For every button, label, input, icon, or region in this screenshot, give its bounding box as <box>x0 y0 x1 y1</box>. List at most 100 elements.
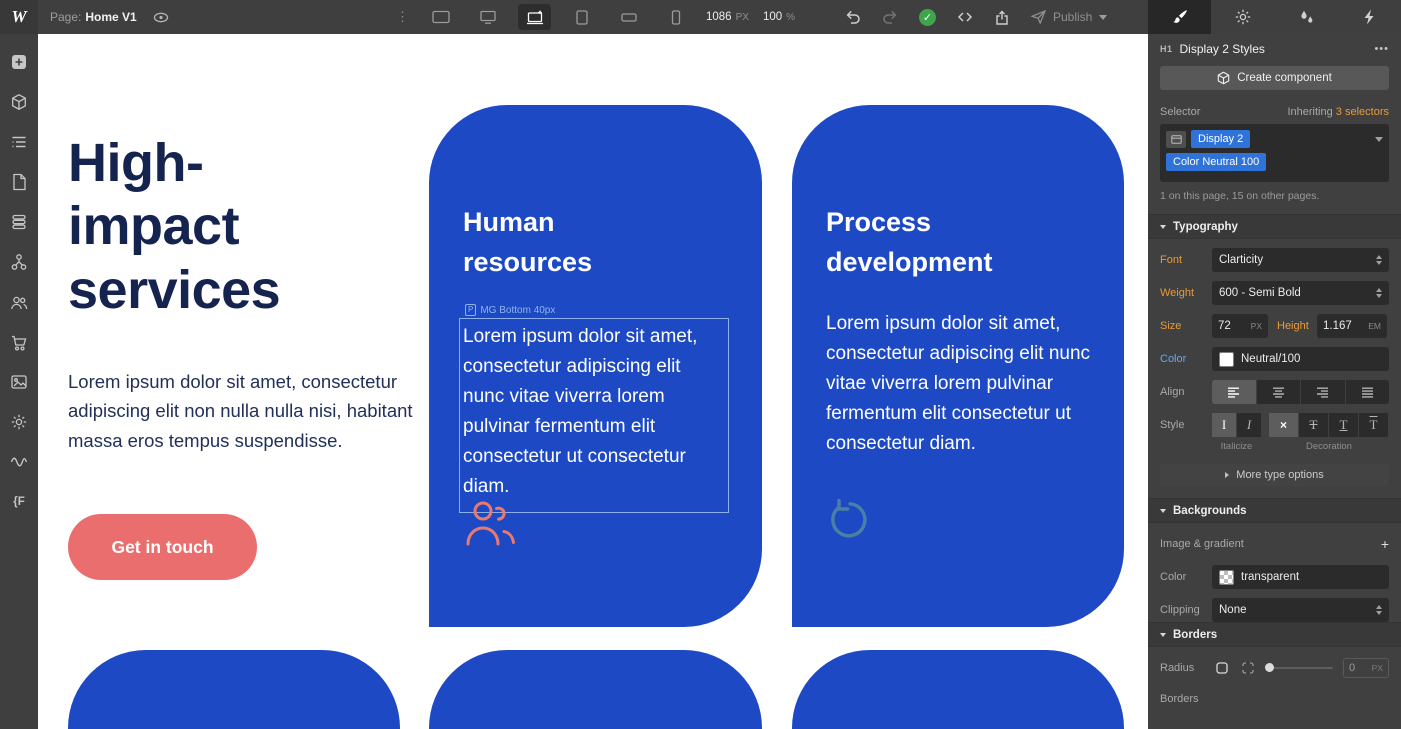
project-settings-gear-icon[interactable] <box>0 402 38 442</box>
text-align-group <box>1212 380 1389 404</box>
people-icon <box>465 499 517 547</box>
components-cube-icon[interactable] <box>0 82 38 122</box>
hero-paragraph[interactable]: Lorem ipsum dolor sit amet, consectetur … <box>68 367 418 456</box>
overflow-menu-icon[interactable]: ••• <box>1374 43 1389 55</box>
logic-wave-icon[interactable] <box>0 442 38 482</box>
text-color-picker[interactable]: Neutral/100 <box>1212 347 1389 371</box>
radius-all-corners-icon[interactable] <box>1212 658 1232 678</box>
add-background-icon[interactable]: + <box>1381 537 1389 551</box>
selector-tag-primary[interactable]: Display 2 <box>1191 130 1250 148</box>
selected-text-block[interactable]: Lorem ipsum dolor sit amet, consectetur … <box>459 318 729 513</box>
top-toolbar: W Page: Home V1 ⋮ <box>0 0 1401 34</box>
section-caret-icon <box>1160 633 1166 637</box>
decoration-overline-button[interactable]: T <box>1359 413 1388 437</box>
selector-tag-secondary[interactable]: Color Neutral 100 <box>1166 153 1266 171</box>
tab-style-manager-drops-icon[interactable] <box>1275 0 1338 34</box>
teaser-card[interactable] <box>429 650 762 729</box>
selector-dropdown-caret-icon[interactable] <box>1375 137 1383 142</box>
section-borders[interactable]: Borders <box>1148 622 1401 647</box>
fonts-panel-icon[interactable]: {F <box>0 482 38 522</box>
breakpoint-mobile-icon[interactable] <box>659 4 692 30</box>
page-label: Page: <box>50 10 81 24</box>
inheriting-info[interactable]: Inheriting 3 selectors <box>1287 106 1389 118</box>
breakpoint-mobile-landscape-icon[interactable] <box>612 4 645 30</box>
style-label: Style <box>1160 419 1212 431</box>
radius-slider-knob[interactable] <box>1265 663 1274 672</box>
background-color-picker[interactable]: transparent <box>1212 565 1389 589</box>
radius-slider[interactable] <box>1266 667 1333 669</box>
section-typography[interactable]: Typography <box>1148 214 1401 239</box>
teaser-card[interactable] <box>792 650 1124 729</box>
font-select[interactable]: Clarticity <box>1212 248 1389 272</box>
weight-select[interactable]: 600 - Semi Bold <box>1212 281 1389 305</box>
selector-field[interactable]: Display 2 Color Neutral 100 <box>1160 124 1389 182</box>
card-body[interactable]: Lorem ipsum dolor sit amet, consectetur … <box>463 322 725 502</box>
tab-settings-gear-icon[interactable] <box>1211 0 1274 34</box>
margin-indicator-label: P MG Bottom 40px <box>465 304 728 316</box>
canvas-width-field[interactable]: 1086 PX <box>706 11 749 23</box>
zoom-field[interactable]: 100 % <box>763 11 795 23</box>
radius-input[interactable]: 0 PX <box>1343 658 1389 678</box>
service-card-human-resources[interactable]: Human resources P MG Bottom 40px Lorem i… <box>429 105 762 627</box>
italic-on-button[interactable]: I <box>1237 413 1261 437</box>
saved-status-icon[interactable]: ✓ <box>919 9 936 26</box>
code-export-icon[interactable] <box>957 10 973 24</box>
selector-label: Selector <box>1160 106 1200 118</box>
assets-image-icon[interactable] <box>0 362 38 402</box>
tab-interactions-lightning-icon[interactable] <box>1338 0 1401 34</box>
card-title[interactable]: Human resources <box>463 203 663 281</box>
color-swatch <box>1219 352 1234 367</box>
decoration-none-button[interactable]: × <box>1269 413 1298 437</box>
share-icon[interactable] <box>994 10 1010 25</box>
webflow-logo[interactable]: W <box>0 0 38 34</box>
ecommerce-cart-icon[interactable] <box>0 322 38 362</box>
service-card-process-development[interactable]: Process development Lorem ipsum dolor si… <box>792 105 1124 627</box>
pages-icon[interactable] <box>0 162 38 202</box>
create-component-button[interactable]: Create component <box>1160 66 1389 90</box>
radius-individual-corners-icon[interactable] <box>1238 658 1258 678</box>
tab-style-brush-icon[interactable] <box>1148 0 1211 34</box>
navigator-layers-icon[interactable] <box>0 122 38 162</box>
breakpoint-desktop-default-icon[interactable] <box>518 4 551 30</box>
add-elements-icon[interactable] <box>0 42 38 82</box>
redo-icon[interactable] <box>882 10 898 24</box>
italic-group: I I <box>1212 413 1261 437</box>
decoration-group: × T T T <box>1269 413 1388 437</box>
align-center-icon[interactable] <box>1257 380 1301 404</box>
element-tag-chip: H1 <box>1160 44 1173 54</box>
card-title[interactable]: Process development <box>826 203 1026 281</box>
preview-eye-icon[interactable] <box>153 12 169 23</box>
align-justify-icon[interactable] <box>1346 380 1390 404</box>
more-type-options-button[interactable]: More type options <box>1160 464 1389 486</box>
site-structure-icon[interactable] <box>0 242 38 282</box>
card-body[interactable]: Lorem ipsum dolor sit amet, consectetur … <box>826 309 1094 459</box>
teaser-card[interactable] <box>68 650 400 729</box>
italic-off-button[interactable]: I <box>1212 413 1236 437</box>
breakpoint-large-icon[interactable] <box>471 4 504 30</box>
publish-button[interactable]: Publish <box>1031 10 1107 24</box>
decoration-strikethrough-button[interactable]: T <box>1299 413 1328 437</box>
panel-tabs <box>1148 0 1401 34</box>
page-switcher[interactable]: Page: Home V1 <box>50 10 137 24</box>
select-caret-icon <box>1376 605 1382 615</box>
size-input[interactable]: 72 PX <box>1212 314 1268 338</box>
section-backgrounds[interactable]: Backgrounds <box>1148 498 1401 523</box>
cta-button[interactable]: Get in touch <box>68 514 257 580</box>
page-name[interactable]: Home V1 <box>85 10 136 24</box>
size-label: Size <box>1160 320 1212 332</box>
decoration-underline-button[interactable]: T <box>1329 413 1358 437</box>
align-left-icon[interactable] <box>1212 380 1256 404</box>
line-height-input[interactable]: 1.167 EM <box>1317 314 1387 338</box>
publish-plane-icon <box>1031 10 1046 24</box>
undo-icon[interactable] <box>845 10 861 24</box>
cms-collections-icon[interactable] <box>0 202 38 242</box>
align-right-icon[interactable] <box>1301 380 1345 404</box>
selector-usage-note: 1 on this page, 15 on other pages. <box>1160 190 1389 202</box>
kebab-vertical-icon[interactable]: ⋮ <box>396 0 409 34</box>
design-canvas[interactable]: High-impact services Lorem ipsum dolor s… <box>38 34 1148 729</box>
members-users-icon[interactable] <box>0 282 38 322</box>
breakpoint-tablet-icon[interactable] <box>565 4 598 30</box>
clipping-select[interactable]: None <box>1212 598 1389 622</box>
breakpoint-xl-icon[interactable] <box>424 4 457 30</box>
hero-heading[interactable]: High-impact services <box>68 132 368 322</box>
